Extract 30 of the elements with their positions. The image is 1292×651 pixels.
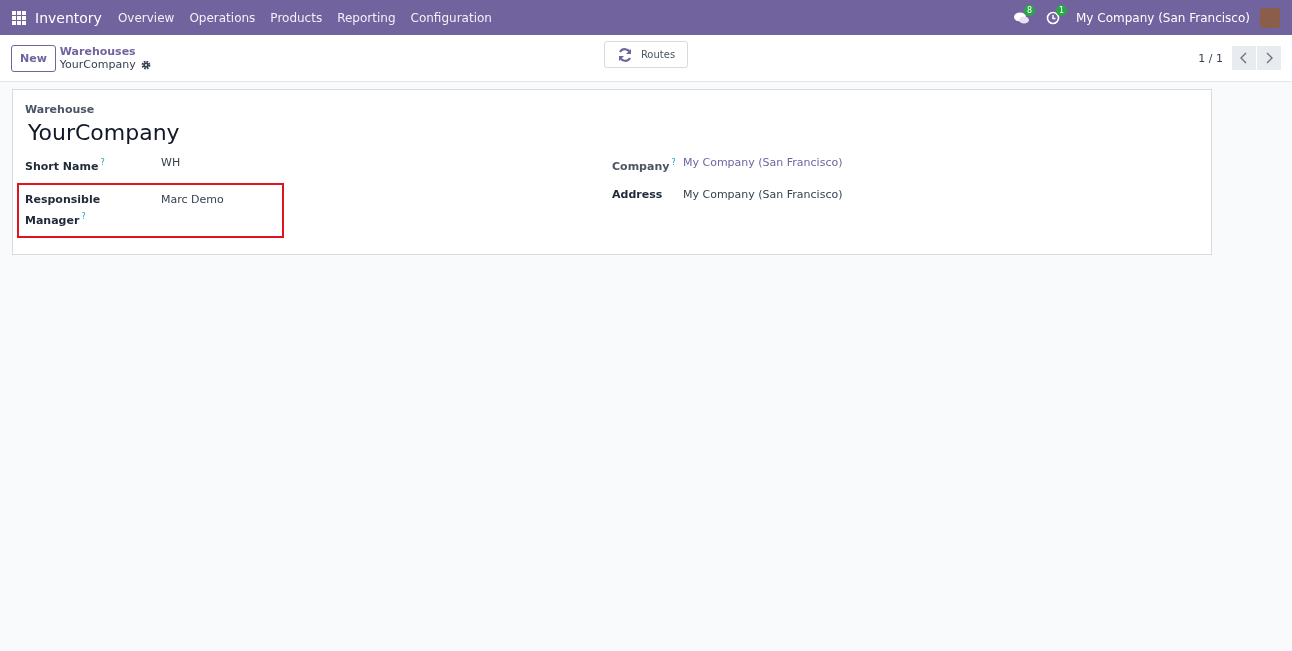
new-button[interactable]: New [11,44,56,72]
refresh-arrows-icon [616,46,633,63]
record-name: YourCompany [59,58,136,71]
activity-count: 1 [1056,4,1068,16]
chevron-left-icon [1239,52,1249,64]
menu-item[interactable]: Overview [117,10,175,25]
field-label: Address [612,186,664,203]
field-label: Company $^{?}$ [612,157,677,175]
menu-item[interactable]: Reporting [337,10,396,25]
field-value[interactable]: My Company (San Francisco) [683,154,1199,175]
field-value: My Company (San Francisco) [683,186,844,203]
breadcrumb-link[interactable]: Warehouses [59,45,151,58]
message-count: 8 [1024,4,1036,16]
record-title: YourCompany [28,120,181,145]
clock-icon[interactable] [1046,10,1060,25]
menu-item[interactable]: Operations [189,10,256,25]
pager-counter: 1 / 1 [1198,51,1223,65]
app-name[interactable]: Inventory [35,9,102,26]
company-switcher[interactable]: My Company (San Francisco) [1076,10,1250,25]
field-value: WH [161,155,182,171]
menu-item[interactable]: Products [270,10,323,25]
field-value: Marc Demo [161,191,225,208]
routes-button[interactable]: Routes [604,41,688,68]
apps-grid-icon[interactable] [12,10,26,25]
field-label: Short Name $^{?}$ [25,157,106,175]
menu-item[interactable]: Configuration [410,10,492,25]
field-label: Responsible Manager $^{?}$ [25,191,102,229]
title-label: Warehouse [25,103,96,116]
gear-icon[interactable] [140,59,151,70]
chevron-right-icon [1264,52,1274,64]
